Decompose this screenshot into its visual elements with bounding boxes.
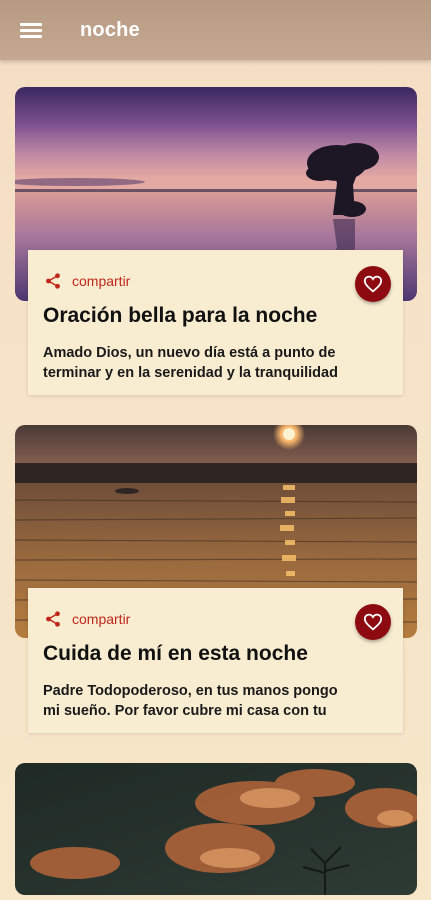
share-label: compartir	[72, 273, 131, 289]
page-title: noche	[80, 18, 140, 41]
share-button[interactable]: compartir	[44, 610, 130, 628]
card-image-dusk-clouds[interactable]	[15, 763, 417, 895]
heart-icon	[363, 275, 383, 293]
card-excerpt-line: Amado Dios, un nuevo día está a punto de	[43, 345, 336, 361]
menu-icon[interactable]	[20, 21, 44, 39]
share-button[interactable]: compartir	[44, 272, 130, 290]
card-excerpt: Amado Dios, un nuevo día está a punto de…	[43, 343, 388, 383]
favorite-button[interactable]	[355, 604, 391, 640]
heart-icon	[363, 613, 383, 631]
card-excerpt: Padre Todopoderoso, en tus manos pongo m…	[43, 681, 388, 721]
card-title: Oración bella para la noche	[43, 304, 318, 327]
card-title: Cuida de mí en esta noche	[43, 642, 308, 665]
card-excerpt-line: terminar y en la serenidad y la tranquil…	[43, 365, 338, 381]
app-bar: noche	[0, 0, 431, 60]
share-icon	[46, 273, 60, 289]
card-excerpt-line: Padre Todopoderoso, en tus manos pongo	[43, 683, 338, 699]
prayer-card-2[interactable]: compartir Cuida de mí en esta noche Padr…	[28, 588, 403, 733]
favorite-button[interactable]	[355, 266, 391, 302]
share-label: compartir	[72, 611, 131, 627]
share-icon	[46, 611, 60, 627]
prayer-card-1[interactable]: compartir Oración bella para la noche Am…	[28, 250, 403, 395]
card-excerpt-line: mi sueño. Por favor cubre mi casa con tu	[43, 703, 327, 719]
